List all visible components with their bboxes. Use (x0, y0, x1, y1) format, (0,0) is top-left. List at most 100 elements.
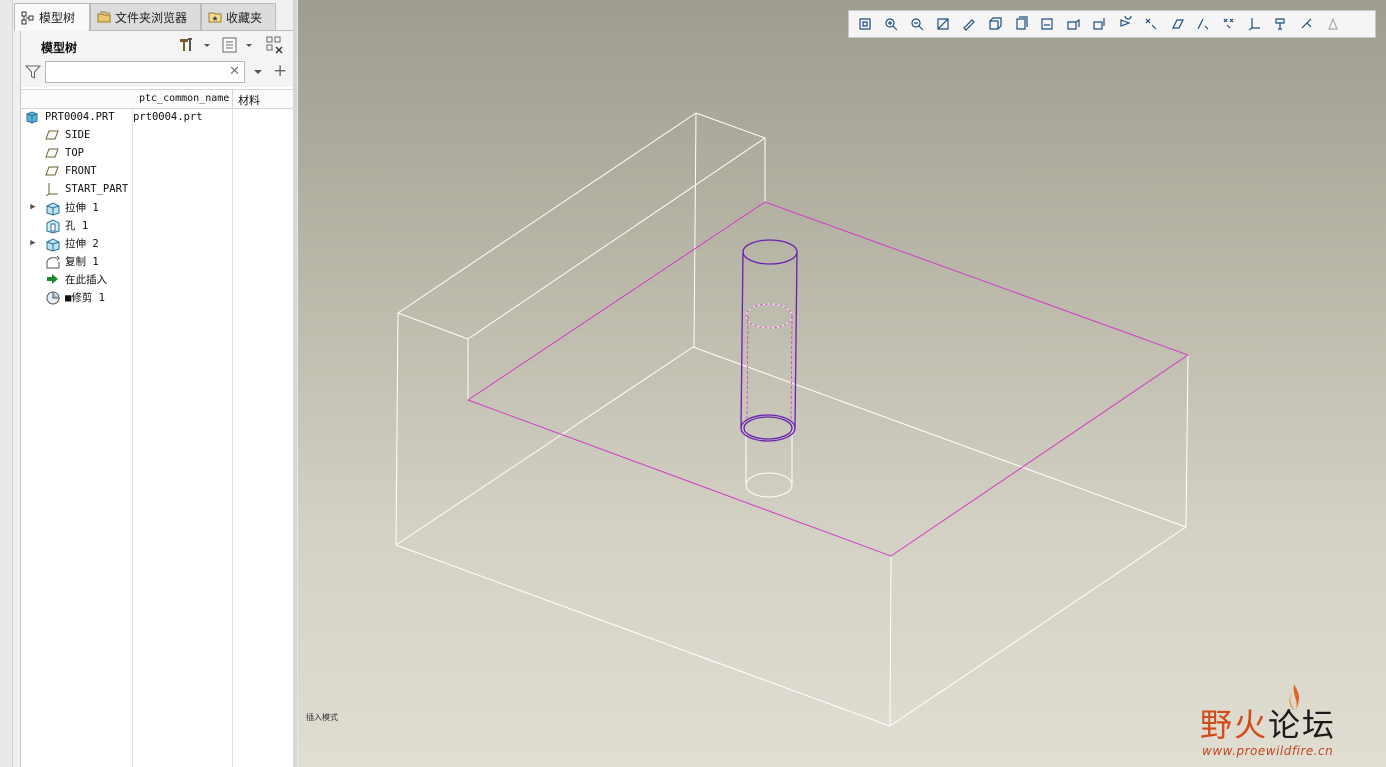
perspective-icon (1067, 18, 1080, 30)
extrude-icon (45, 236, 60, 252)
model-tree-icon (21, 11, 35, 25)
tab-model-tree[interactable]: 模型树 (14, 3, 90, 31)
zoom-out-button[interactable] (905, 13, 929, 35)
point-display-icon (1197, 18, 1209, 30)
view-orientation-icon (989, 17, 1002, 30)
expand-arrow-icon[interactable]: ▶ (28, 238, 38, 248)
settings-tools-button[interactable] (177, 36, 213, 54)
part-wireframe-model (395, 112, 1190, 727)
add-filter-icon[interactable]: + (273, 63, 287, 80)
view-orientation-button[interactable] (983, 13, 1007, 35)
model-tree: 模型树 ✕ + ptc_common_name 材料 PRT0004.PRT p… (20, 31, 295, 767)
datum-plane-icon (45, 164, 59, 178)
column-header-common-name[interactable]: ptc_common_name (139, 93, 229, 104)
annotation-display-icon (1248, 18, 1260, 31)
annotation-display-button[interactable] (1243, 13, 1267, 35)
tree-item[interactable]: ▶ 拉伸 1 (21, 198, 294, 216)
tree-item[interactable]: ■修剪 1 (21, 288, 294, 306)
sketch-icon (1275, 18, 1285, 30)
folder-browser-icon (97, 10, 111, 24)
zoom-out-icon (911, 18, 924, 31)
axis-display-button[interactable] (1165, 13, 1189, 35)
repaint-button[interactable] (931, 13, 955, 35)
filter-icon[interactable] (24, 64, 42, 83)
tree-item-label: 拉伸 2 (65, 237, 99, 250)
watermark-title-part2: 论坛 (1268, 706, 1337, 744)
section-icon (1093, 18, 1105, 30)
tree-item-label: PRT0004.PRT (45, 111, 115, 123)
tree-item[interactable]: START_PART (21, 180, 294, 198)
plane-display-button[interactable] (1139, 13, 1163, 35)
tree-item[interactable]: 复制 1 (21, 252, 294, 270)
tree-title: 模型树 (41, 41, 78, 55)
watermark: 野火论坛 www.proewildfire.cn (1200, 682, 1380, 762)
sketch-button[interactable] (1269, 13, 1293, 35)
panel-strip (0, 0, 13, 767)
panel-splitter[interactable] (293, 0, 297, 767)
search-input[interactable] (50, 62, 224, 82)
watermark-title-part1: 野火 (1200, 706, 1269, 744)
tree-item-label: 复制 1 (65, 255, 99, 268)
tree-item[interactable]: ▶ 拉伸 2 (21, 234, 294, 252)
tab-label: 文件夹浏览器 (115, 10, 188, 25)
tab-favorites[interactable]: 收藏夹 (201, 3, 276, 30)
graphics-window[interactable]: 插入模式 野火论坛 www.proewildfire.cn (298, 0, 1386, 767)
search-row: ✕ + (21, 59, 294, 87)
search-dropdown-icon[interactable] (253, 66, 263, 80)
datum-plane-icon (45, 146, 59, 160)
expand-arrow-icon[interactable]: ▶ (28, 202, 38, 212)
tree-item[interactable]: 孔 1 (21, 216, 294, 234)
saved-views-button[interactable] (1009, 13, 1033, 35)
navigator-tabbar: 模型树 文件夹浏览器 收藏夹 (14, 3, 297, 31)
shading-button[interactable] (957, 13, 981, 35)
csys-display-icon (1223, 18, 1234, 29)
tab-folder-browser[interactable]: 文件夹浏览器 (90, 3, 201, 30)
highlighted-face (466, 201, 1190, 557)
tree-item[interactable]: TOP (21, 144, 294, 162)
tree-item-label: TOP (65, 147, 84, 159)
status-text: 插入模式 (306, 713, 338, 722)
part-icon (25, 110, 39, 124)
zoom-in-button[interactable] (879, 13, 903, 35)
tree-item[interactable]: FRONT (21, 162, 294, 180)
search-input-box[interactable]: ✕ (45, 61, 245, 83)
refit-button[interactable] (853, 13, 877, 35)
tree-item-common-name: prt0004.prt (133, 111, 203, 123)
saved-views-icon (1016, 16, 1028, 30)
clear-search-icon[interactable]: ✕ (229, 64, 240, 79)
tree-filter-toggle-button[interactable] (265, 36, 287, 54)
tree-item[interactable]: 在此插入 (21, 270, 294, 288)
tree-item[interactable]: SIDE (21, 126, 294, 144)
shading-icon (963, 19, 975, 31)
appearance-button[interactable] (1295, 13, 1319, 35)
tree-item[interactable]: PRT0004.PRT prt0004.prt (21, 108, 294, 126)
trim-icon (45, 290, 60, 305)
extrude-icon (45, 200, 60, 216)
insert-here-arrow-icon (45, 272, 59, 286)
point-display-button[interactable] (1191, 13, 1215, 35)
repaint-icon (937, 18, 949, 30)
section-button[interactable] (1087, 13, 1111, 35)
block-edges (395, 112, 1189, 727)
model-tree-panel: 模型树 文件夹浏览器 收藏夹 模型树 ✕ + ptc_common_name 材… (0, 0, 297, 767)
datum-plane-icon (45, 128, 59, 142)
tree-item-label: ■修剪 1 (65, 291, 105, 304)
graphics-toolbar (848, 10, 1376, 38)
tab-label: 收藏夹 (226, 10, 263, 25)
next-button[interactable] (1321, 13, 1345, 35)
perspective-button[interactable] (1061, 13, 1085, 35)
watermark-title: 野火论坛 (1200, 700, 1336, 746)
tree-item-label: 孔 1 (65, 219, 89, 232)
display-style-icon (1041, 18, 1053, 30)
spin-center-icon (1120, 16, 1132, 27)
spin-center-button[interactable] (1113, 13, 1137, 35)
tree-item-label: START_PART (65, 183, 129, 195)
show-options-button[interactable] (221, 36, 257, 54)
tree-item-label: SIDE (65, 129, 91, 141)
favorites-icon (208, 10, 222, 24)
appearance-icon (1301, 18, 1312, 29)
pin-cylinder (740, 239, 798, 442)
column-header-material[interactable]: 材料 (238, 92, 260, 108)
csys-display-button[interactable] (1217, 13, 1241, 35)
display-style-button[interactable] (1035, 13, 1059, 35)
